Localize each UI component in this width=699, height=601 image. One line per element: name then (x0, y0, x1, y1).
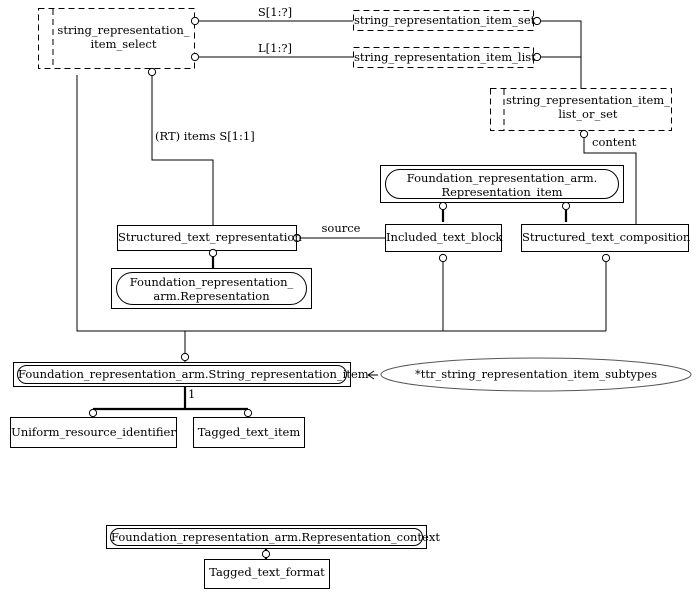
node-structured-text-composition-shape (521, 224, 689, 252)
edge-select-rt-items (151, 75, 214, 227)
circle-string-rep-item-super (180, 352, 190, 362)
node-representation-item-shape (380, 165, 624, 203)
circle-tagged-text-item-subtype (243, 408, 253, 418)
node-representation-shape (111, 268, 312, 309)
diagram-canvas (10, 8, 692, 589)
express-g-diagram: string_representation_ item_select string… (0, 0, 699, 601)
circle-tagged-text-format-subtype (261, 549, 271, 559)
node-tagged-text-item-shape (193, 417, 305, 448)
circle-select-list (190, 52, 200, 62)
node-string-representation-item-shape (13, 362, 351, 387)
node-string-representation-item-list-shape (353, 47, 534, 68)
node-string-representation-item-set-shape (353, 10, 534, 31)
circle-str-representation (208, 248, 218, 258)
circle-repitem-included (438, 201, 448, 211)
circle-list-or-set-content (579, 129, 589, 139)
circle-item-set-out (532, 16, 542, 26)
node-string-representation-item-select-shape (38, 8, 195, 69)
circle-included-subtype (438, 253, 448, 263)
circle-source (292, 233, 302, 243)
circle-repitem-composition (561, 201, 571, 211)
node-tagged-text-format-shape (204, 559, 330, 589)
node-ttr-subtypes-ellipse (380, 357, 692, 392)
node-included-text-block-shape (385, 224, 502, 252)
circle-composition-subtype (601, 253, 611, 263)
circle-select-set (190, 16, 200, 26)
edge-item-set-to-list-or-set (535, 20, 582, 88)
circle-uri-subtype (88, 408, 98, 418)
node-structured-text-representation-shape (117, 225, 297, 251)
node-string-representation-item-list-or-set-shape (490, 88, 672, 131)
circle-select-items (147, 67, 157, 77)
node-uniform-resource-identifier-shape (10, 417, 177, 448)
circle-item-list-out (532, 52, 542, 62)
